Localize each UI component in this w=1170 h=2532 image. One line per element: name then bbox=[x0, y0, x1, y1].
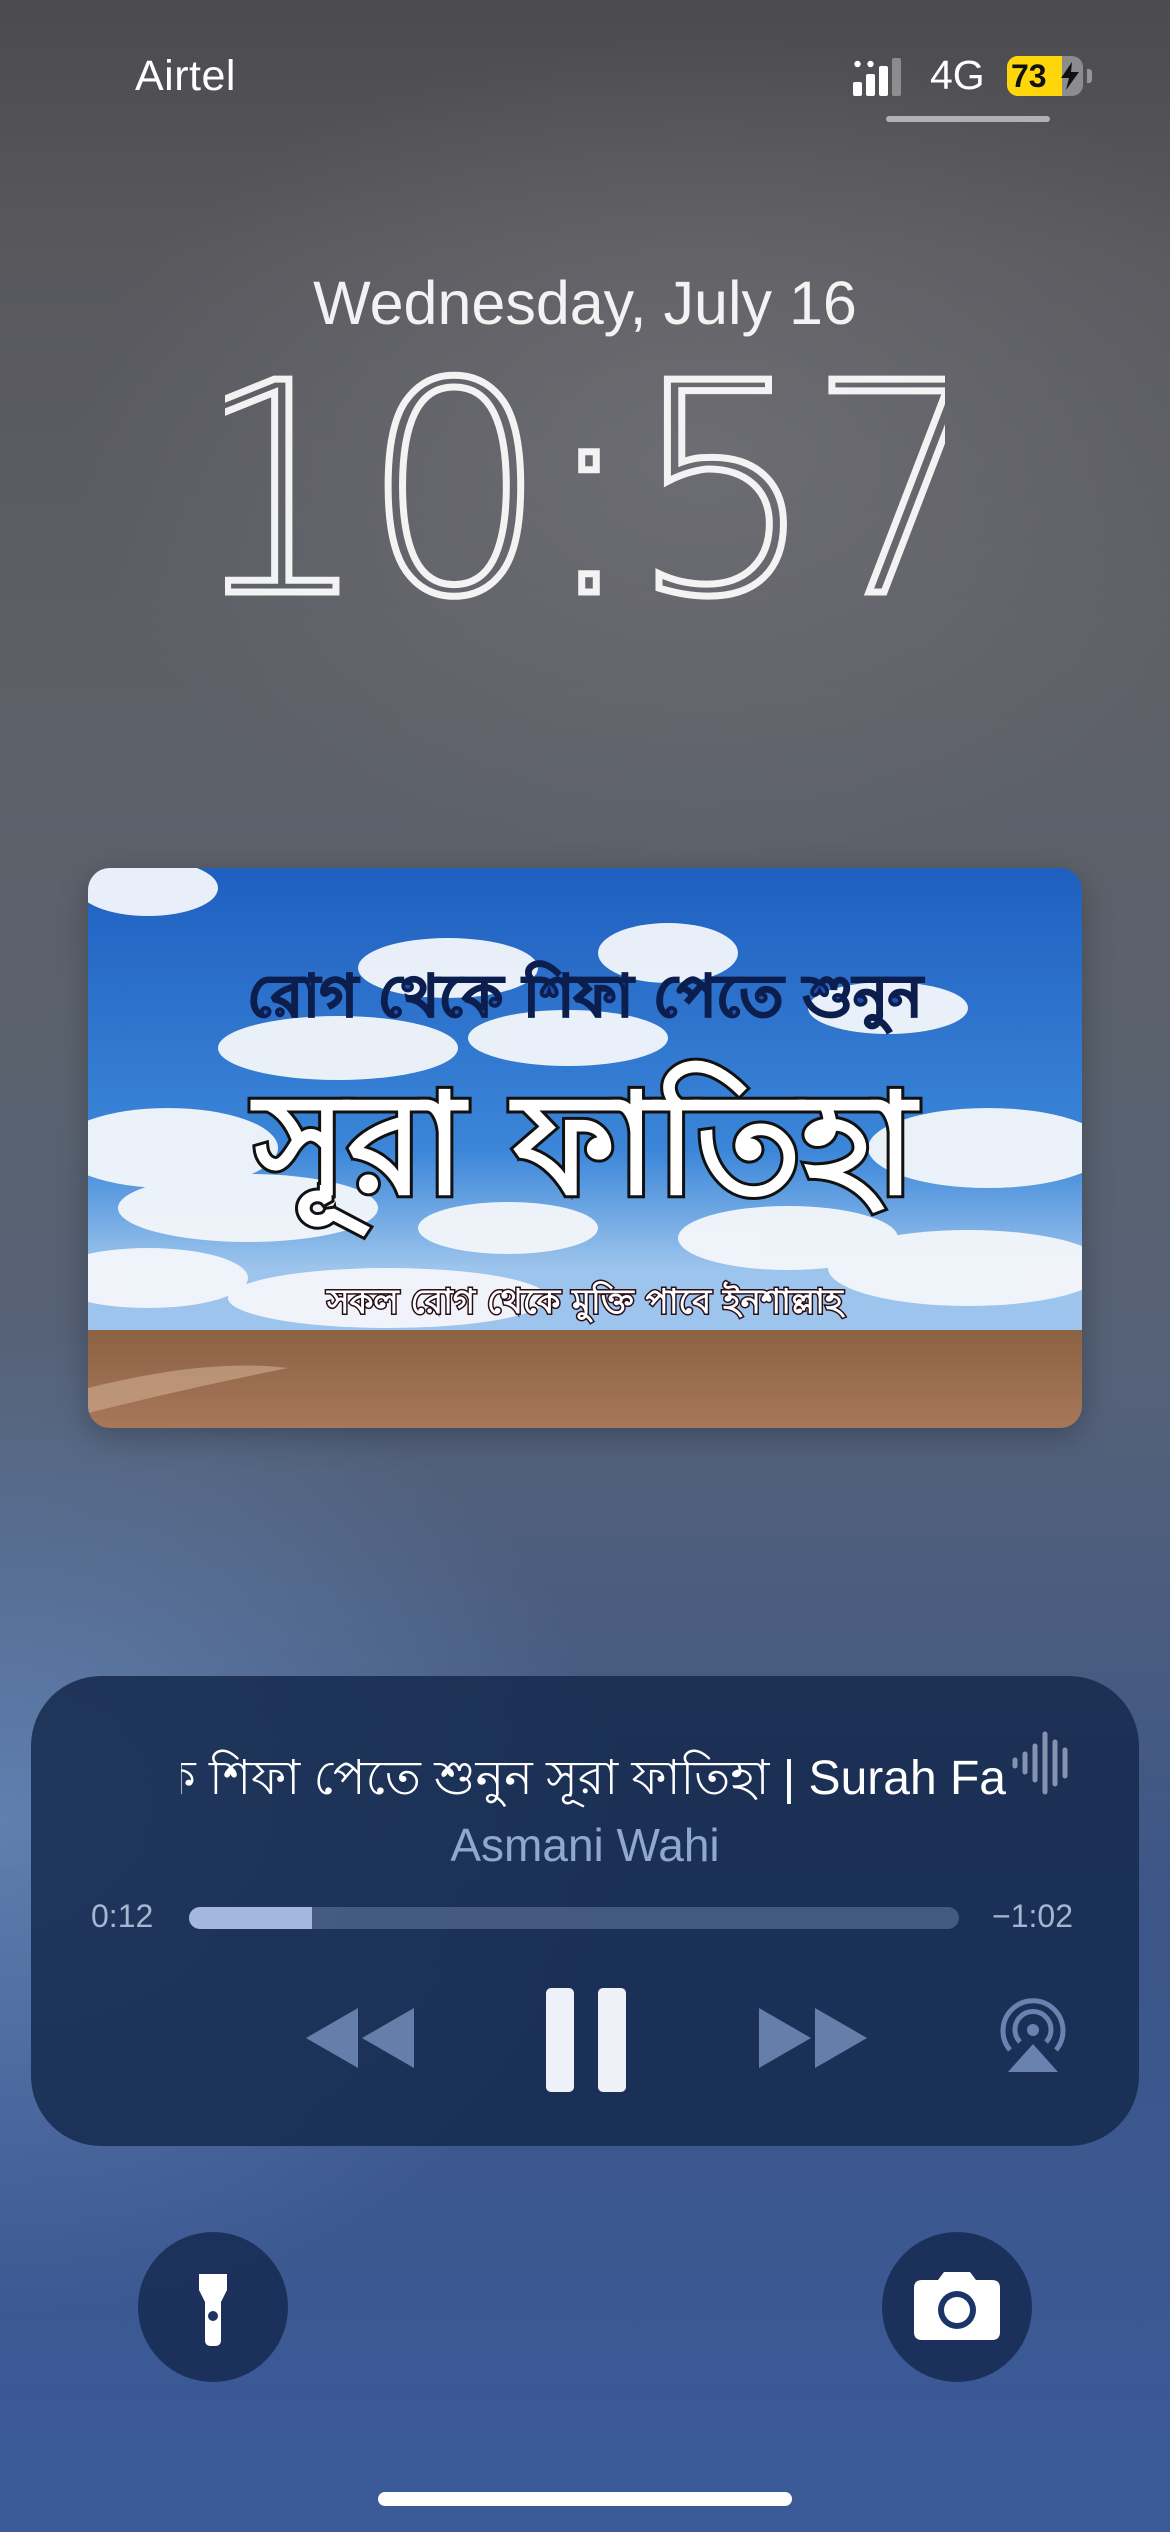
lock-time-digits: 10:57 bbox=[225, 330, 945, 620]
lock-date: Wednesday, July 16 bbox=[313, 269, 857, 337]
charging-bolt-icon bbox=[1061, 62, 1079, 90]
now-playing-title: রোগ থেকে শিফা পেতে শুনুন সূরা ফাতিহা | S… bbox=[181, 1752, 1006, 1805]
pause-icon[interactable] bbox=[546, 1988, 626, 2092]
status-bar-indicator bbox=[886, 116, 1050, 122]
now-playing-artist[interactable]: Asmani Wahi bbox=[31, 1818, 1139, 1872]
rewind-icon[interactable] bbox=[304, 2006, 416, 2070]
playback-scrubber[interactable] bbox=[189, 1907, 959, 1929]
camera-button[interactable] bbox=[882, 2232, 1032, 2382]
status-bar: Airtel 4G 73 bbox=[0, 0, 1170, 160]
artwork-headline: রোগ থেকে শিফা পেতে শুনুন bbox=[247, 961, 924, 1034]
flashlight-button[interactable] bbox=[138, 2232, 288, 2382]
signal-bars-icon bbox=[853, 58, 901, 96]
home-indicator[interactable] bbox=[378, 2492, 792, 2506]
remaining-time: −1:02 bbox=[992, 1898, 1073, 1934]
carrier-name: Airtel bbox=[135, 52, 236, 100]
artwork-title: সূরা ফাতিহা bbox=[250, 1060, 920, 1236]
album-artwork: রোগ থেকে শিফা পেতে শুনুন সূরা ফাতিহা সকল… bbox=[88, 868, 1082, 1428]
camera-icon bbox=[914, 2272, 1000, 2340]
battery-icon: 73 bbox=[1007, 56, 1092, 96]
elapsed-time: 0:12 bbox=[91, 1898, 154, 1934]
flashlight-icon bbox=[199, 2274, 227, 2346]
lock-time: 10:57 bbox=[0, 330, 1170, 630]
waveform-icon bbox=[1012, 1731, 1068, 1795]
airplay-icon[interactable] bbox=[998, 1998, 1068, 2074]
now-playing-widget[interactable]: রোগ থেকে শিফা পেতে শুনুন সূরা ফাতিহা | S… bbox=[31, 1676, 1139, 2146]
fast-forward-icon[interactable] bbox=[757, 2006, 869, 2070]
playback-progress-fill bbox=[189, 1907, 313, 1929]
now-playing-title-container: রোগ থেকে শিফা পেতে শুনুন সূরা ফাতিহা | S… bbox=[181, 1738, 1006, 1808]
network-type: 4G bbox=[930, 52, 985, 98]
battery-percent: 73 bbox=[1011, 58, 1047, 94]
artwork-subtitle: সকল রোগ থেকে মুক্তি পাবে ইনশাল্লাহ bbox=[326, 1281, 846, 1323]
